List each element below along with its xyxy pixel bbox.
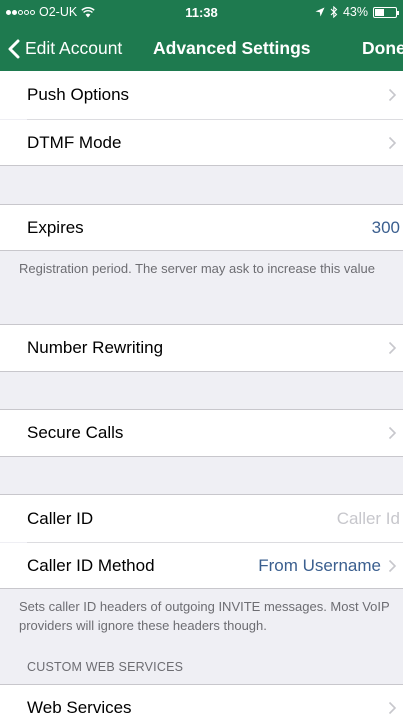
- group-border: [0, 165, 403, 166]
- web-services-label: Web Services: [27, 698, 132, 717]
- push-options-row[interactable]: Push Options: [0, 71, 403, 119]
- location-arrow-icon: [315, 7, 325, 17]
- group-border: [0, 588, 403, 589]
- secure-calls-label: Secure Calls: [27, 423, 124, 442]
- done-button[interactable]: Done: [362, 38, 403, 59]
- secure-calls-row[interactable]: Secure Calls: [0, 410, 403, 456]
- chevron-right-icon: [388, 341, 397, 355]
- back-button-label: Edit Account: [25, 38, 123, 58]
- caller-id-method-row[interactable]: Caller ID Method From Username: [0, 543, 403, 588]
- dtmf-mode-row[interactable]: DTMF Mode: [0, 120, 403, 165]
- caller-id-method-label: Caller ID Method: [27, 555, 155, 575]
- chevron-right-icon: [388, 88, 397, 102]
- caller-id-label: Caller ID: [27, 508, 94, 528]
- group-border: [0, 250, 403, 251]
- chevron-right-icon: [388, 701, 397, 715]
- bluetooth-icon: [330, 6, 338, 18]
- web-services-row[interactable]: Web Services: [0, 685, 403, 721]
- number-rewriting-label: Number Rewriting: [27, 338, 164, 357]
- expires-value[interactable]: 300: [372, 218, 400, 238]
- dtmf-mode-label: DTMF Mode: [27, 132, 122, 152]
- header: O2-UK 11:38 43% Edit Account Advanced Se…: [0, 0, 403, 71]
- caller-id-input[interactable]: Caller Id: [337, 509, 400, 529]
- group-border: [0, 456, 403, 457]
- status-bar: O2-UK 11:38 43%: [0, 0, 403, 24]
- battery-percent: 43%: [342, 5, 368, 19]
- navigation-bar: Edit Account Advanced Settings Done: [0, 28, 403, 71]
- battery-icon: [373, 6, 399, 18]
- battery-level: [375, 8, 384, 16]
- group-border: [0, 371, 403, 372]
- number-rewriting-row[interactable]: Number Rewriting: [0, 325, 403, 371]
- chevron-right-icon: [388, 559, 397, 572]
- back-button[interactable]: Edit Account: [7, 38, 122, 59]
- expires-footer: Registration period. The server may ask …: [19, 261, 375, 276]
- chevron-right-icon: [388, 426, 397, 440]
- section-header-custom-web-services: CUSTOM WEB SERVICES: [27, 660, 184, 674]
- caller-id-method-value: From Username: [258, 555, 381, 575]
- chevron-left-icon: [8, 39, 20, 58]
- chevron-right-icon: [388, 136, 397, 149]
- expires-row[interactable]: Expires 300: [0, 205, 403, 250]
- expires-label: Expires: [27, 217, 84, 237]
- push-options-label: Push Options: [27, 85, 130, 104]
- caller-id-row[interactable]: Caller ID Caller Id: [0, 495, 403, 542]
- page-title: Advanced Settings: [153, 38, 311, 58]
- caller-id-footer: Sets caller ID headers of outgoing INVIT…: [19, 599, 390, 633]
